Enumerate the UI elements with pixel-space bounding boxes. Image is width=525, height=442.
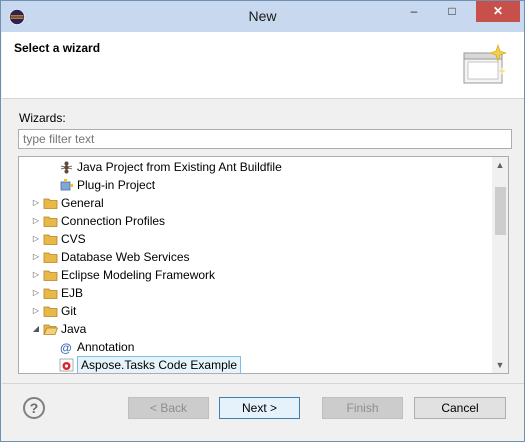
tree-item-label: Plug-in Project bbox=[77, 178, 156, 192]
tree-item-java-project-from-existing-ant-buildfile[interactable]: Java Project from Existing Ant Buildfile bbox=[19, 158, 489, 176]
scroll-thumb[interactable] bbox=[495, 187, 506, 235]
next-button[interactable]: Next > bbox=[219, 397, 300, 419]
wizards-label: Wizards: bbox=[19, 111, 66, 125]
tree-item-connection-profiles[interactable]: ▷ Connection Profiles bbox=[19, 212, 489, 230]
footer-divider bbox=[2, 383, 524, 384]
ant-icon bbox=[59, 160, 74, 174]
plugin-icon bbox=[59, 178, 74, 192]
tree-item-label: Annotation bbox=[77, 340, 135, 354]
expand-arrow-icon[interactable]: ▷ bbox=[31, 194, 41, 212]
expand-arrow-icon[interactable]: ▷ bbox=[31, 302, 41, 320]
minimize-button[interactable]: – bbox=[400, 1, 428, 22]
close-button[interactable]: ✕ bbox=[476, 1, 520, 22]
tree-item-git[interactable]: ▷ Git bbox=[19, 302, 489, 320]
folder-icon bbox=[43, 232, 58, 246]
expand-arrow-icon[interactable]: ▷ bbox=[31, 230, 41, 248]
folder-icon bbox=[43, 268, 58, 282]
help-icon[interactable]: ? bbox=[23, 397, 45, 419]
tree-item-cvs[interactable]: ▷ CVS bbox=[19, 230, 489, 248]
tree-item-label: Java Project from Existing Ant Buildfile bbox=[77, 160, 282, 174]
scroll-up-arrow-icon[interactable]: ▲ bbox=[492, 157, 508, 173]
tree-item-ejb[interactable]: ▷ EJB bbox=[19, 284, 489, 302]
annotation-icon: @ bbox=[59, 340, 74, 355]
title-bar[interactable]: New – □ ✕ bbox=[1, 1, 524, 32]
expand-arrow-icon[interactable]: ▷ bbox=[31, 284, 41, 302]
aspose-icon bbox=[59, 358, 74, 372]
tree-item-label: Git bbox=[61, 304, 77, 318]
tree-item-plug-in-project[interactable]: Plug-in Project bbox=[19, 176, 489, 194]
back-button[interactable]: < Back bbox=[128, 397, 209, 419]
tree-item-label: EJB bbox=[61, 286, 84, 300]
wizard-header: Select a wizard bbox=[2, 32, 524, 99]
folder-icon bbox=[43, 286, 58, 300]
tree-item-aspose-tasks-code-example[interactable]: Aspose.Tasks Code Example bbox=[19, 356, 489, 373]
page-title: Select a wizard bbox=[14, 41, 101, 55]
wizard-tree[interactable]: Java Project from Existing Ant Buildfile… bbox=[18, 156, 509, 374]
expand-arrow-icon[interactable]: ▷ bbox=[31, 248, 41, 266]
expand-arrow-icon[interactable]: ▷ bbox=[31, 266, 41, 284]
tree-item-label: Database Web Services bbox=[61, 250, 190, 264]
filter-input[interactable] bbox=[18, 129, 512, 149]
folder-icon bbox=[43, 250, 58, 264]
folder-icon bbox=[43, 214, 58, 228]
svg-text:@: @ bbox=[60, 341, 72, 354]
collapse-arrow-icon[interactable]: ◢ bbox=[31, 320, 41, 338]
expand-arrow-icon[interactable]: ▷ bbox=[31, 212, 41, 230]
tree-item-database-web-services[interactable]: ▷ Database Web Services bbox=[19, 248, 489, 266]
cancel-button[interactable]: Cancel bbox=[414, 397, 506, 419]
tree-item-general[interactable]: ▷ General bbox=[19, 194, 489, 212]
scroll-down-arrow-icon[interactable]: ▼ bbox=[492, 357, 508, 373]
vertical-scrollbar[interactable]: ▲ ▼ bbox=[492, 157, 508, 373]
tree-item-label: Java bbox=[61, 322, 87, 336]
tree-item-label: CVS bbox=[61, 232, 86, 246]
maximize-button[interactable]: □ bbox=[438, 1, 466, 22]
tree-item-label: Aspose.Tasks Code Example bbox=[77, 356, 242, 373]
folder-open-icon bbox=[43, 322, 59, 336]
tree-item-eclipse-modeling-framework[interactable]: ▷ Eclipse Modeling Framework bbox=[19, 266, 489, 284]
new-wizard-dialog: New – □ ✕ Select a wizard Wizards: Java … bbox=[0, 0, 525, 442]
folder-icon bbox=[43, 196, 58, 210]
finish-button[interactable]: Finish bbox=[322, 397, 403, 419]
tree-item-annotation[interactable]: @ Annotation bbox=[19, 338, 489, 356]
tree-item-label: Connection Profiles bbox=[61, 214, 166, 228]
tree-item-label: Eclipse Modeling Framework bbox=[61, 268, 216, 282]
tree-item-label: General bbox=[61, 196, 104, 210]
folder-icon bbox=[43, 304, 58, 318]
wizard-banner-icon bbox=[463, 44, 507, 84]
tree-item-java[interactable]: ◢ Java bbox=[19, 320, 489, 338]
